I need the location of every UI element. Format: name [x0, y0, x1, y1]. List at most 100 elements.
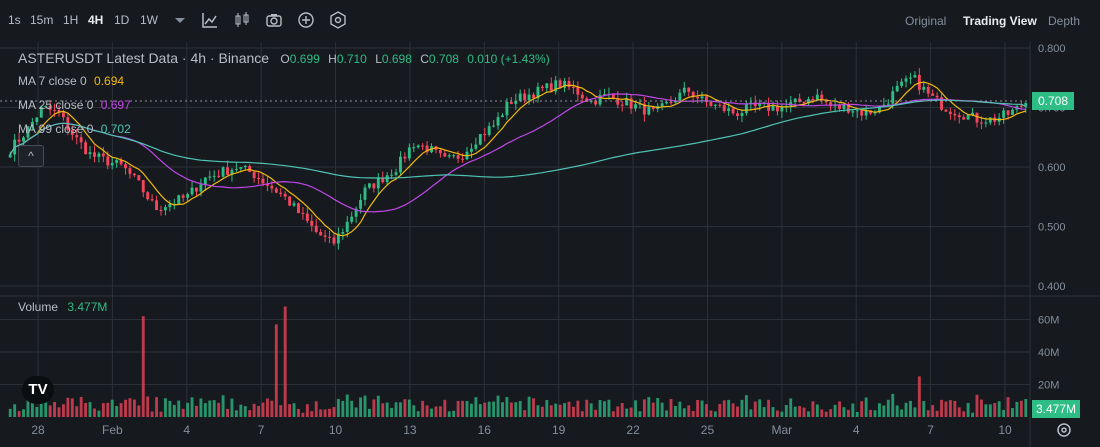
camera-icon[interactable]	[264, 10, 284, 30]
candle-body	[150, 199, 154, 201]
interval-1h[interactable]: 1H	[63, 13, 78, 27]
candle-body	[257, 178, 261, 180]
candle-body	[124, 164, 127, 169]
candle-body	[345, 221, 349, 232]
candle-body	[367, 183, 371, 188]
volume-bar	[425, 405, 429, 417]
volume-bar	[323, 409, 327, 417]
volume-bar	[301, 412, 305, 417]
chart-area[interactable]: 0.8000.7000.6000.5000.40060M40M20M28Feb4…	[0, 0, 1100, 447]
candle-body	[731, 108, 735, 114]
volume-bar	[784, 405, 788, 417]
volume-bar	[691, 410, 695, 417]
volume-bar	[931, 405, 935, 417]
volume-bar	[288, 404, 292, 417]
candle-body	[452, 155, 456, 157]
interval-15m[interactable]: 15m	[30, 13, 53, 27]
volume-bar	[70, 398, 74, 417]
settings-hex-icon[interactable]	[328, 10, 348, 30]
candle-body	[709, 102, 713, 106]
interval-1s[interactable]: 1s	[8, 13, 21, 27]
volume-bar	[434, 406, 438, 417]
volume-bar	[101, 403, 105, 417]
volume-bar	[190, 397, 194, 417]
price-tick-label: 0.800	[1038, 43, 1066, 55]
volume-bar	[341, 400, 345, 417]
volume-bar	[1002, 409, 1006, 417]
candle-body	[301, 212, 305, 214]
time-tick-label: 13	[403, 423, 417, 437]
volume-bar	[700, 400, 704, 417]
chart-type-icon[interactable]	[200, 10, 220, 30]
volume-bar	[110, 399, 114, 417]
candle-body	[341, 231, 345, 234]
ma25-legend: MA 25 close 0 0.697	[18, 98, 131, 112]
ma25-value: 0.697	[100, 98, 131, 112]
volume-bar	[815, 404, 819, 417]
candle-body	[421, 145, 425, 147]
view-original[interactable]: Original	[905, 14, 946, 28]
candlesticks	[8, 68, 1028, 250]
volume-bar	[705, 404, 708, 417]
candle-body	[505, 101, 509, 116]
candle-body	[305, 213, 309, 221]
gear-icon[interactable]	[1055, 421, 1073, 439]
chevron-down-icon[interactable]	[170, 10, 190, 30]
volume-bar	[917, 376, 921, 417]
volume-bar	[891, 393, 895, 417]
volume-bar	[545, 400, 549, 417]
volume-bar	[199, 398, 203, 417]
volume-bar	[851, 403, 855, 417]
volume-bar	[186, 402, 190, 417]
volume-bar	[944, 401, 948, 417]
volume-bar	[651, 402, 655, 417]
interval-4h[interactable]: 4H	[88, 13, 103, 27]
open-value: 0.699	[289, 52, 320, 66]
candle-body	[780, 107, 784, 112]
volume-bar	[385, 402, 389, 417]
volume-bar	[775, 410, 779, 417]
candle-body	[532, 94, 535, 99]
volume-bar	[886, 399, 890, 417]
candle-body	[61, 112, 65, 118]
open-key: O	[280, 52, 290, 66]
candle-body	[682, 87, 686, 93]
candle-body	[611, 94, 615, 99]
volume-bar	[208, 400, 212, 417]
candle-body	[527, 94, 531, 101]
volume-bar	[740, 399, 744, 417]
volume-bar	[793, 406, 797, 417]
low-key: L	[375, 52, 382, 66]
last-volume-tag: 3.477M	[1032, 400, 1080, 418]
volume-bar	[824, 411, 828, 417]
candle-body	[571, 86, 575, 88]
view-trading-view[interactable]: Trading View	[963, 14, 1037, 28]
last-price-tag: 0.708	[1032, 92, 1074, 110]
ma25-label: MA 25 close 0	[18, 98, 94, 112]
volume-bar	[709, 410, 713, 417]
interval-1d[interactable]: 1D	[114, 13, 129, 27]
volume-bar	[935, 410, 939, 417]
candle-body	[212, 175, 216, 177]
time-tick-label: 10	[329, 423, 343, 437]
candle-body	[518, 93, 522, 101]
interval-1w[interactable]: 1W	[140, 13, 158, 27]
candle-body	[412, 147, 416, 149]
volume-bar	[407, 399, 411, 417]
plus-circle-icon[interactable]	[296, 10, 316, 30]
legend-collapse-button[interactable]: ^	[18, 145, 44, 167]
volume-bar	[802, 407, 806, 417]
candle-body	[957, 115, 961, 118]
view-depth[interactable]: Depth	[1048, 14, 1080, 28]
candlestick-icon[interactable]	[232, 10, 252, 30]
volume-bar	[177, 400, 181, 417]
volume-bar	[132, 399, 136, 417]
volume-bar	[758, 399, 762, 417]
volume-bar	[882, 405, 886, 417]
volume-bar	[399, 402, 402, 417]
volume-bar	[838, 401, 841, 417]
volume-bar	[354, 407, 358, 417]
volume-bar	[833, 404, 837, 417]
volume-bar	[696, 400, 700, 417]
volume-bar	[767, 399, 771, 417]
